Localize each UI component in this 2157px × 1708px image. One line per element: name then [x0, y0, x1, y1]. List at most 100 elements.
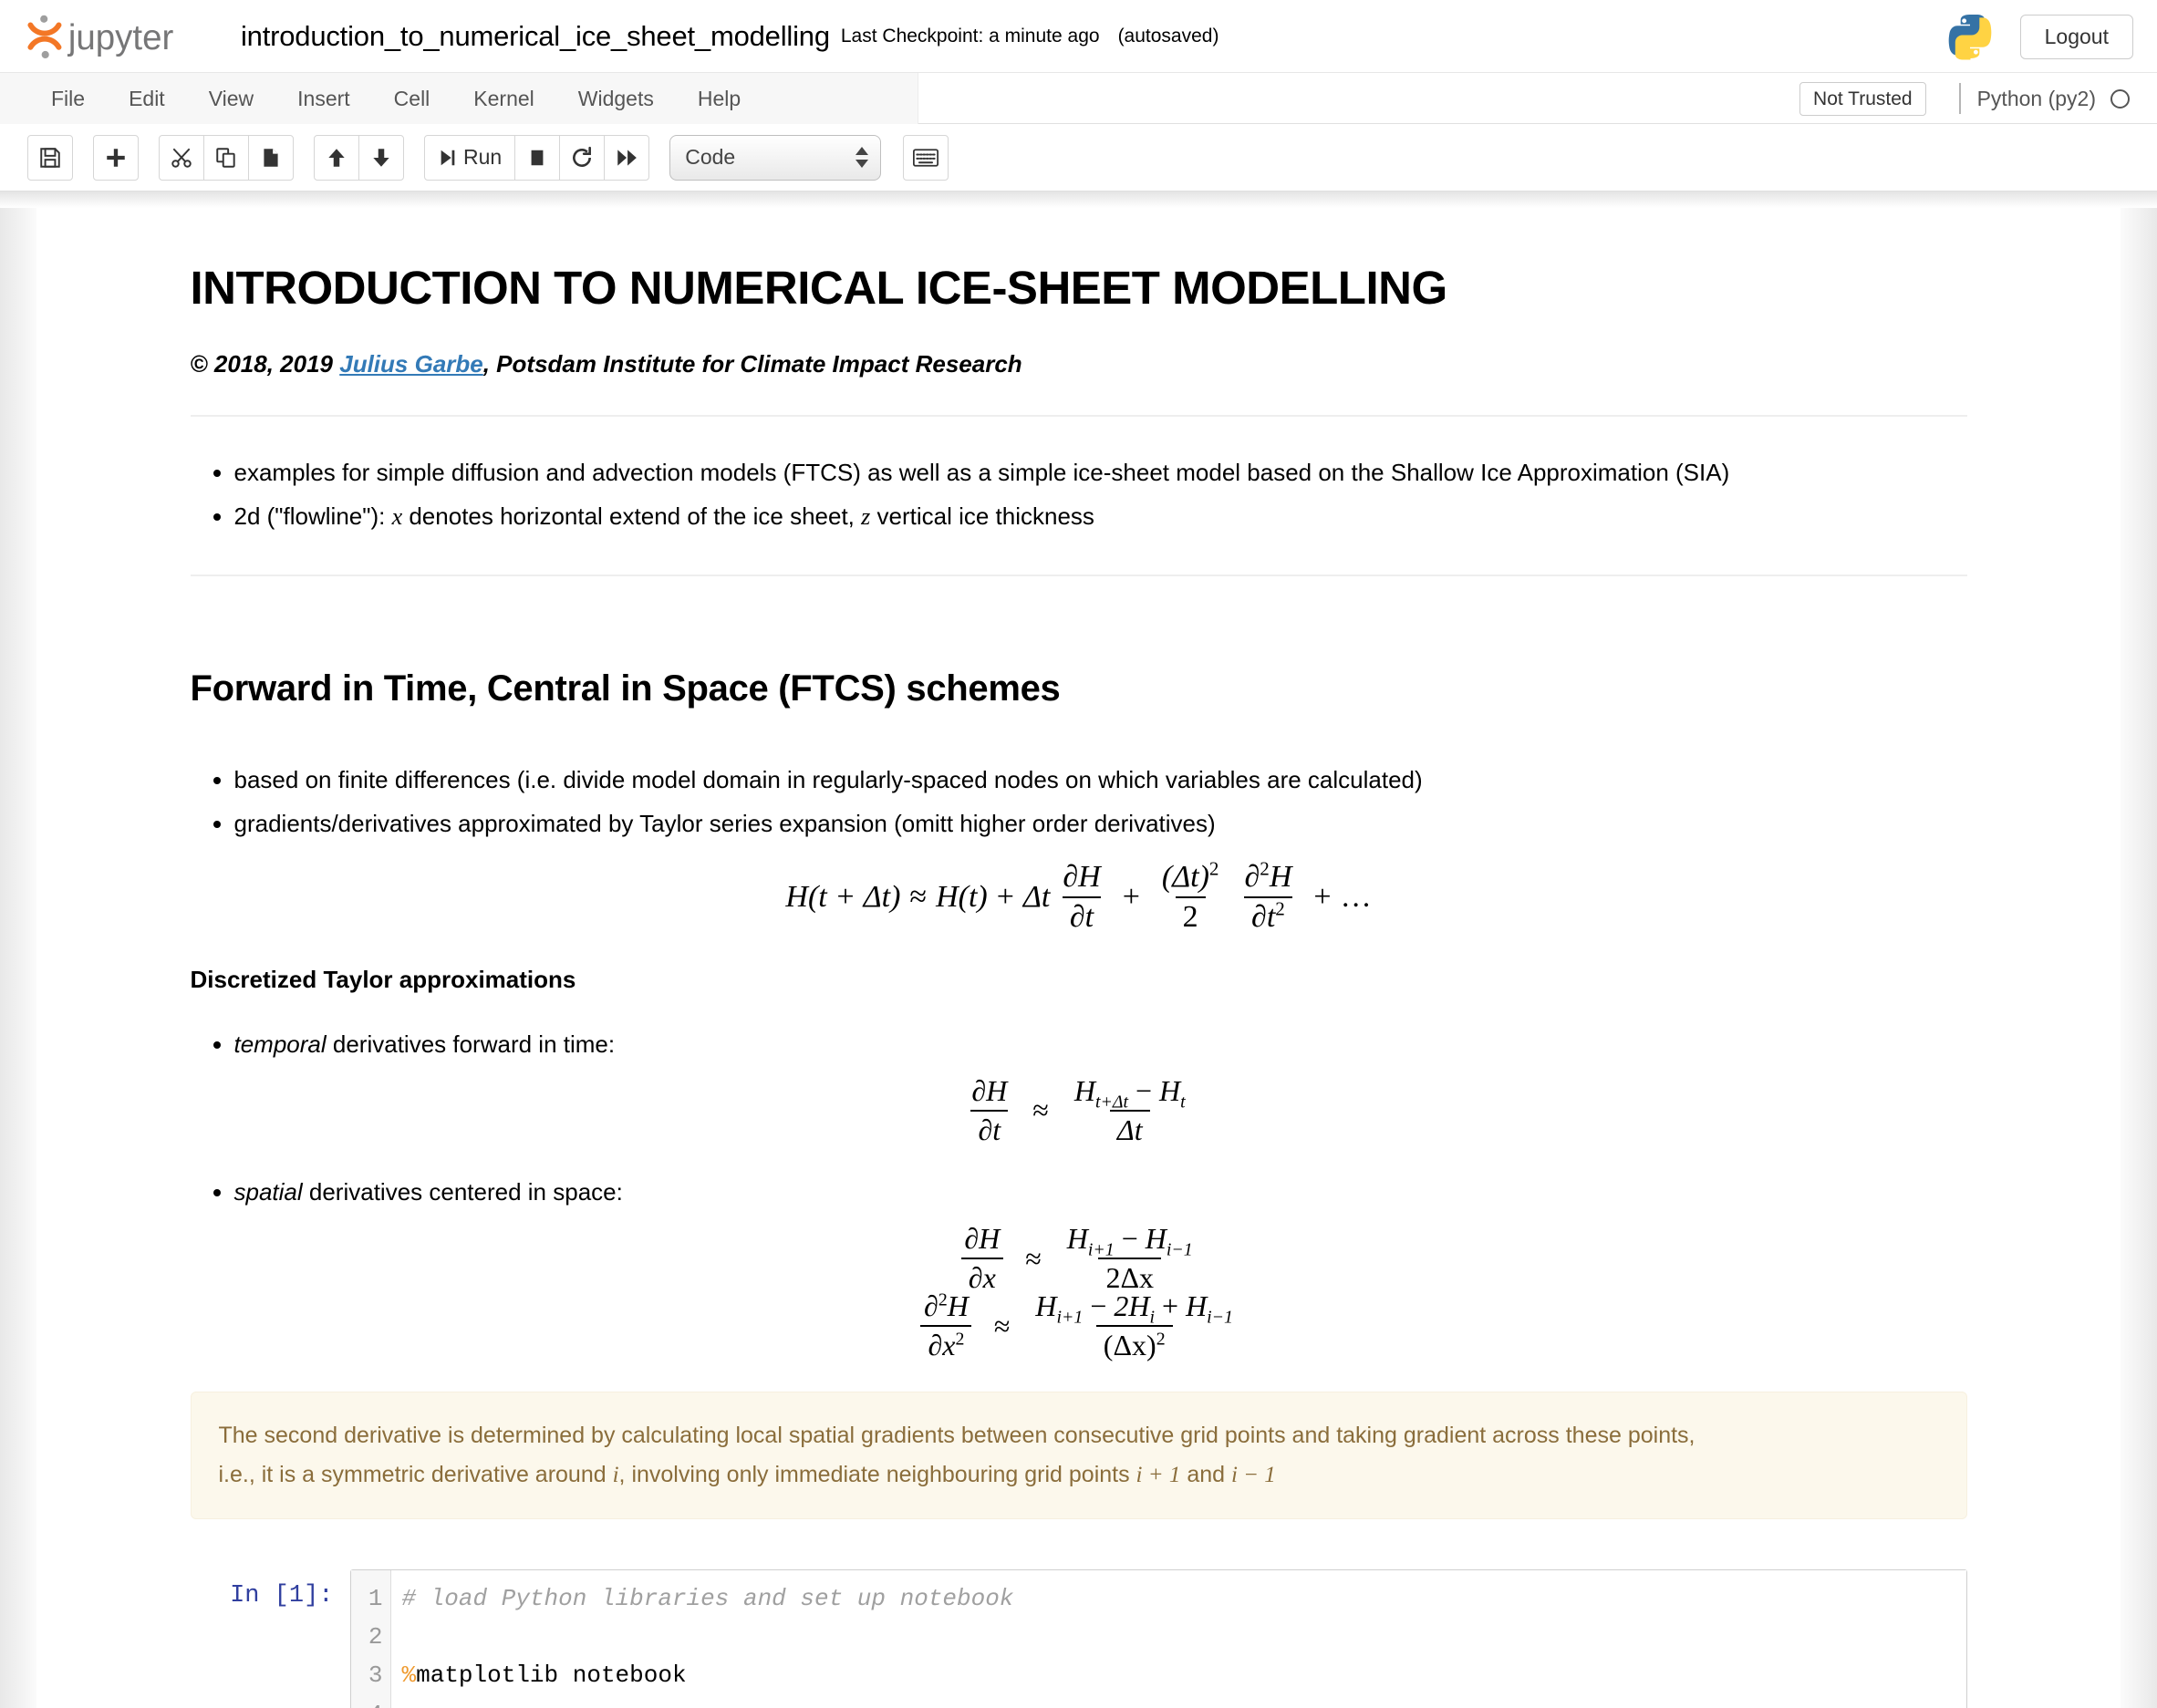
alert-warning-box: The second derivative is determined by c… [190, 1392, 1967, 1520]
command-palette-group [903, 134, 949, 181]
eq-spatial2-Ha: H [1035, 1289, 1057, 1323]
eq-taylor-num2-sup: 2 [1208, 857, 1219, 880]
eq-spatial2-H: H [947, 1289, 969, 1323]
eq-temporal-den-rhs: Δt [1109, 1109, 1150, 1147]
intro-bullet-list: examples for simple diffusion and advect… [191, 451, 1967, 539]
subheading-discretized: Discretized Taylor approximations [190, 965, 576, 993]
last-checkpoint-label: Last Checkpoint: a minute ago [840, 26, 1100, 47]
eq-spatial2-den: (Δx)2 [1095, 1325, 1173, 1362]
eq-taylor-dt: Δt [1022, 879, 1051, 914]
eq-spatial1-lhs: ∂H ∂x [957, 1222, 1007, 1295]
eq-taylor-plus3: + [1313, 879, 1332, 914]
line-number-gutter: 1234567 [350, 1570, 391, 1708]
trust-status-button[interactable]: Not Trusted [1799, 81, 1926, 116]
menu-edit[interactable]: Edit [107, 73, 187, 124]
eq-taylor-num2: (Δt)2 [1155, 857, 1227, 896]
run-button[interactable]: Run [424, 134, 516, 181]
divider-top [190, 414, 1967, 417]
eq-taylor-den3-base: ∂t [1251, 899, 1276, 934]
code-magic: % [401, 1661, 417, 1690]
eq-taylor-frac1: ∂H ∂t [1055, 860, 1107, 935]
temporal-rest: derivatives forward in time: [326, 1030, 616, 1058]
markdown-cell-ftcs[interactable]: Forward in Time, Central in Space (FTCS)… [190, 619, 1967, 1527]
restart-icon[interactable] [559, 134, 606, 181]
eq-spatial2-dx-sup: 2 [955, 1329, 965, 1350]
list-item: based on finite differences (i.e. divide… [234, 759, 1967, 801]
eq-taylor-num3: ∂2H [1237, 857, 1299, 896]
temporal-bullet-list: temporal derivatives forward in time: [191, 1023, 1967, 1065]
page-header: jupyter introduction_to_numerical_ice_sh… [0, 0, 2157, 73]
menu-widgets[interactable]: Widgets [556, 73, 676, 124]
arrow-up-icon[interactable] [314, 134, 359, 181]
eq-taylor-den3-sup: 2 [1275, 897, 1285, 920]
plus-icon[interactable] [93, 134, 139, 181]
eq-taylor-plus2: + [1122, 879, 1140, 914]
menu-cell[interactable]: Cell [372, 73, 452, 124]
code-cell[interactable]: In [1]: 1234567 # load Python libraries … [191, 1569, 1967, 1708]
keyboard-icon[interactable] [903, 134, 949, 181]
fast-forward-icon[interactable] [604, 134, 650, 181]
eq-temporal-H1: H [1073, 1073, 1095, 1107]
alert-l2-im1: i − 1 [1230, 1463, 1276, 1488]
code-input-area[interactable]: 1234567 # load Python libraries and set … [349, 1569, 1967, 1708]
autosave-status: (autosaved) [1117, 26, 1219, 47]
code-line: %matplotlib notebook [402, 1656, 1966, 1694]
eq-spatial2-minus: − [1090, 1289, 1107, 1323]
menu-insert[interactable]: Insert [275, 73, 372, 124]
equation-spatial-first-derivative: ∂H ∂x ≈ Hi+1− Hi−1 2Δx [191, 1222, 1967, 1295]
kernel-idle-icon[interactable] [2110, 88, 2130, 109]
eq-taylor-den3: ∂t2 [1244, 895, 1292, 935]
cell-type-value: Code [685, 145, 736, 169]
save-icon[interactable] [27, 134, 73, 181]
bullet2-var-z: z [861, 502, 871, 530]
eq-taylor-num3-sup: 2 [1260, 857, 1270, 880]
cell-type-select[interactable]: Code [669, 134, 882, 181]
eq-spatial1-Hb-sub: i−1 [1166, 1239, 1193, 1260]
notebook-site[interactable]: INTRODUCTION TO NUMERICAL ICE-SHEET MODE… [0, 192, 2157, 1708]
page-title: INTRODUCTION TO NUMERICAL ICE-SHEET MODE… [190, 262, 1448, 314]
code-editor[interactable]: # load Python libraries and set up noteb… [390, 1570, 1966, 1708]
menu-help[interactable]: Help [676, 73, 762, 124]
list-item: examples for simple diffusion and advect… [234, 451, 1967, 493]
jupyter-logo[interactable]: jupyter [24, 10, 226, 63]
equation-temporal-derivative: ∂H ∂t ≈ Ht+Δt − Ht Δt [191, 1074, 1967, 1147]
menu-file[interactable]: File [29, 73, 107, 124]
alert-l2-b: , involving only immediate neighbouring … [618, 1462, 1136, 1488]
eq-taylor-den1: ∂t [1062, 895, 1102, 935]
copy-icon[interactable] [203, 134, 249, 181]
stop-icon[interactable] [514, 134, 561, 181]
menu-bar: File Edit View Insert Cell Kernel Widget… [0, 73, 2157, 124]
eq-taylor-num3-h: H [1269, 859, 1292, 894]
author-link[interactable]: Julius Garbe [339, 350, 483, 378]
menu-kernel[interactable]: Kernel [451, 73, 555, 124]
eq-spatial2-Hc: H [1186, 1289, 1208, 1323]
spatial-rest: derivatives centered in space: [302, 1177, 623, 1206]
markdown-cell-title[interactable]: INTRODUCTION TO NUMERICAL ICE-SHEET MODE… [190, 246, 1967, 619]
eq-spatial2-den-base: (Δx) [1103, 1329, 1156, 1362]
eq-spatial2-d-sup: 2 [938, 1289, 948, 1310]
eq-temporal-num-lhs: ∂H [971, 1073, 1008, 1107]
alert-l2-c: and [1180, 1462, 1231, 1488]
eq-taylor-plus1: + [996, 879, 1014, 914]
eq-temporal-den-lhs: ∂t [970, 1109, 1009, 1147]
logout-button[interactable]: Logout [2019, 14, 2133, 59]
run-controls-group: Run [424, 134, 650, 181]
paste-icon[interactable] [248, 134, 294, 181]
eq-spatial1-minus: − [1121, 1222, 1138, 1256]
eq-taylor-dots: … [1340, 879, 1372, 914]
temporal-emphasis: temporal [233, 1030, 327, 1058]
eq-spatial1-Ha: H [1066, 1222, 1088, 1256]
arrow-down-icon[interactable] [358, 134, 404, 181]
eq-spatial2-dx: ∂x [928, 1329, 956, 1362]
line-number: 2 [368, 1623, 383, 1651]
menu-view[interactable]: View [187, 73, 275, 124]
code-comment: # load Python libraries and set up noteb… [401, 1585, 1014, 1613]
eq-spatial2-approx: ≈ [993, 1309, 1011, 1342]
scissors-icon[interactable] [159, 134, 204, 181]
notebook-title[interactable]: introduction_to_numerical_ice_sheet_mode… [241, 20, 830, 53]
eq-taylor-num2-base: (Δt) [1161, 859, 1209, 894]
eq-spatial1-num-lhs: ∂H [964, 1222, 1001, 1256]
list-item: spatial derivatives centered in space: [234, 1171, 1967, 1213]
eq-spatial2-lhs: ∂2H ∂x2 [917, 1289, 976, 1362]
